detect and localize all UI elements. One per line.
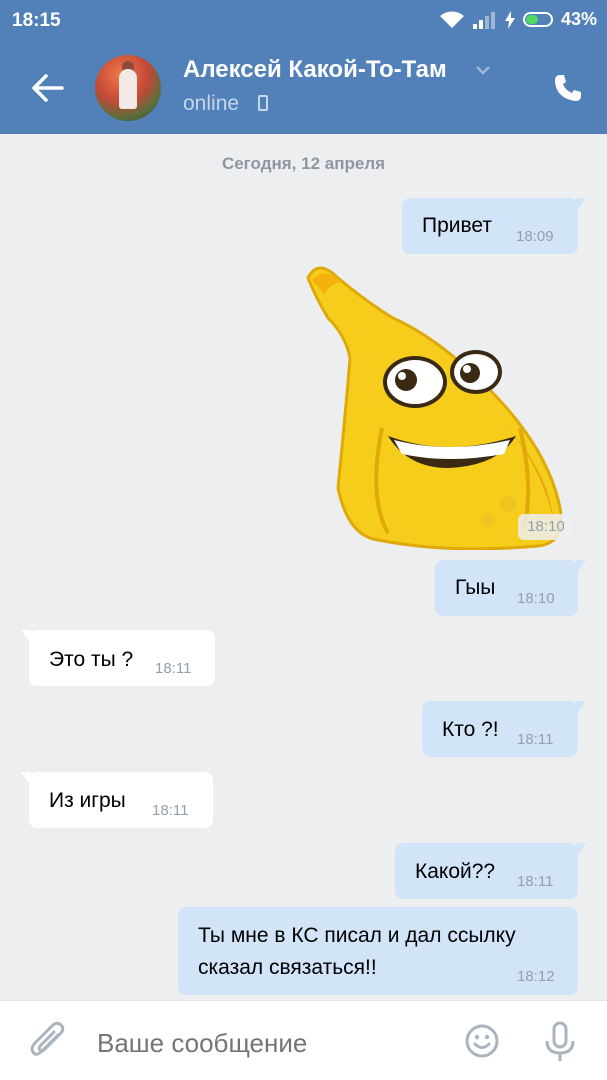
message-incoming[interactable]: Из игры 18:11 <box>21 772 213 828</box>
message-outgoing[interactable]: Какой?? 18:11 <box>395 843 586 899</box>
message-time: 18:11 <box>517 731 554 748</box>
status-time: 18:15 <box>12 10 61 31</box>
message-time: 18:11 <box>152 802 189 819</box>
message-text: Гыы <box>455 576 496 599</box>
chat-header: 18:15 43% Алексей Какой-То-Там online <box>0 0 607 134</box>
mobile-device-icon <box>258 95 268 111</box>
message-time: 18:09 <box>516 228 554 245</box>
charging-icon <box>504 10 515 29</box>
signal-icon <box>472 11 495 29</box>
status-indicators: 43% <box>439 9 597 30</box>
presence-status: online <box>183 92 240 115</box>
message-text: Это ты ? <box>49 648 134 671</box>
message-outgoing[interactable]: Кто ?! 18:11 <box>422 701 586 757</box>
message-composer <box>0 1000 607 1080</box>
message-text: Кто ?! <box>442 718 499 741</box>
chevron-down-icon[interactable] <box>475 64 491 76</box>
battery-icon <box>522 12 553 27</box>
sticker-time: 18:10 <box>518 514 574 540</box>
message-text: Привет <box>422 214 493 237</box>
microphone-icon[interactable] <box>543 1021 577 1063</box>
battery-percent: 43% <box>560 9 597 29</box>
message-outgoing[interactable]: Гыы 18:10 <box>435 560 586 616</box>
status-bar: 18:15 43% <box>0 0 607 42</box>
message-time: 18:11 <box>155 660 192 677</box>
message-text: Из игры <box>49 789 126 812</box>
banana-sticker[interactable] <box>298 258 566 550</box>
wifi-icon <box>439 11 464 28</box>
avatar[interactable] <box>95 55 161 121</box>
message-text-line: Ты мне в КС писал и дал ссылку <box>198 924 516 947</box>
message-text-line: сказал связаться!! <box>198 956 377 979</box>
message-outgoing[interactable]: Ты мне в КС писал и дал ссылку сказал св… <box>178 907 578 995</box>
date-divider: Сегодня, 12 апреля <box>221 154 386 173</box>
emoji-icon[interactable] <box>464 1023 500 1059</box>
phone-call-icon[interactable] <box>553 73 583 103</box>
message-outgoing[interactable]: Привет 18:09 <box>402 198 586 254</box>
message-input[interactable] <box>97 1026 447 1060</box>
message-incoming[interactable]: Это ты ? 18:11 <box>21 630 215 686</box>
back-arrow-icon[interactable] <box>28 70 68 106</box>
message-time: 18:12 <box>517 968 555 985</box>
message-time: 18:11 <box>517 873 554 890</box>
message-time: 18:10 <box>517 590 555 607</box>
contact-name[interactable]: Алексей Какой-То-Там <box>183 56 447 84</box>
paperclip-icon[interactable] <box>30 1021 66 1061</box>
message-text: Какой?? <box>415 860 496 883</box>
